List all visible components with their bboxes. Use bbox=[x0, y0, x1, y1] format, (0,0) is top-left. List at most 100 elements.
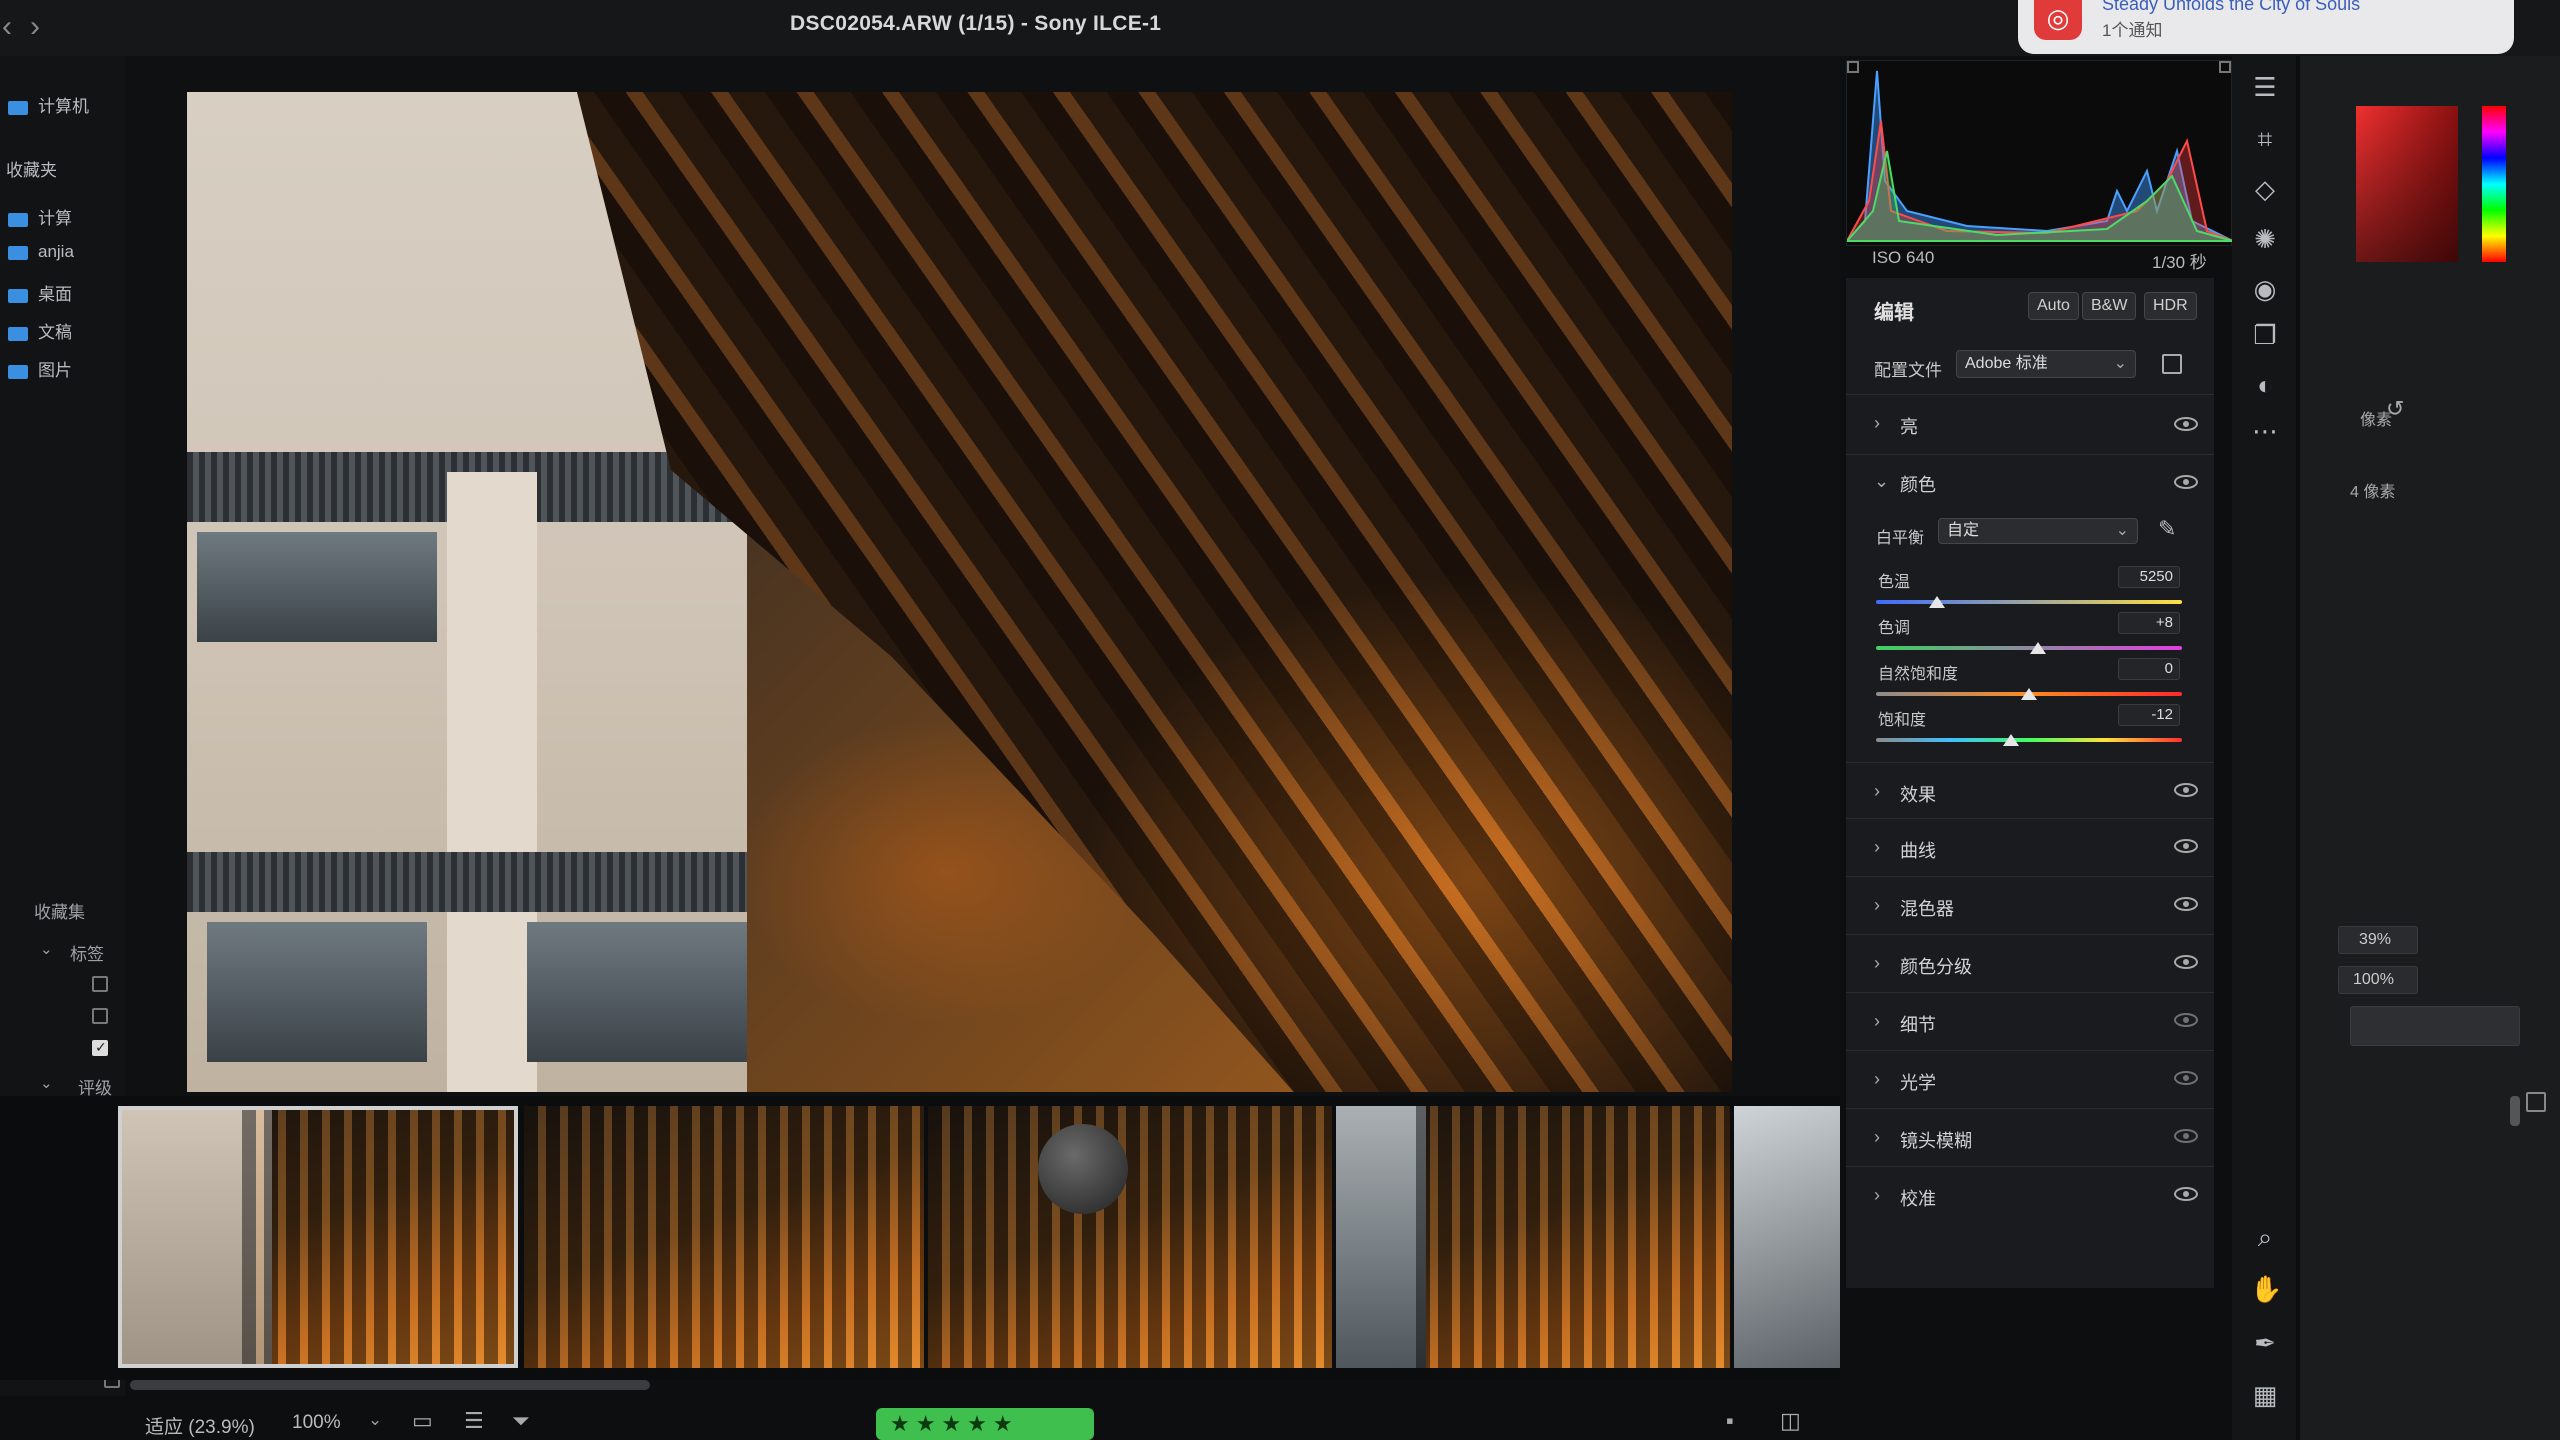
chevron-down-icon[interactable]: ⌄ bbox=[40, 940, 53, 958]
star-rating[interactable]: ★★★★★ bbox=[876, 1408, 1094, 1440]
chevron-right-icon[interactable]: › bbox=[1874, 781, 1880, 802]
panel-optics[interactable]: › 光学 bbox=[1846, 1050, 2214, 1108]
slider-value-tint[interactable]: +8 bbox=[2118, 612, 2180, 634]
rotate-icon[interactable]: ↺ bbox=[2386, 396, 2404, 422]
single-view-icon[interactable]: ▪ bbox=[1726, 1408, 1734, 1434]
expand-icon[interactable] bbox=[2526, 1092, 2546, 1112]
chevron-down-icon[interactable]: ⌄ bbox=[40, 1074, 53, 1092]
zoom-icon[interactable]: ⌕ bbox=[2250, 1222, 2280, 1254]
filmstrip-scrollbar[interactable] bbox=[130, 1380, 650, 1390]
more-icon[interactable]: ⋯ bbox=[2250, 416, 2280, 447]
chevron-down-icon[interactable]: ⌄ bbox=[1874, 471, 1889, 492]
folder-item-anjia[interactable]: anjia bbox=[8, 242, 74, 262]
profile-browser-icon[interactable] bbox=[2162, 354, 2182, 374]
red-eye-icon[interactable]: ◉ bbox=[2250, 274, 2280, 305]
chevron-right-icon[interactable]: › bbox=[1874, 413, 1880, 434]
slider-value-saturation[interactable]: -12 bbox=[2118, 704, 2180, 726]
chevron-right-icon[interactable]: › bbox=[1874, 1185, 1880, 1206]
auto-button[interactable]: Auto bbox=[2028, 292, 2079, 320]
eye-icon[interactable] bbox=[2174, 417, 2198, 431]
main-photo[interactable] bbox=[187, 92, 1732, 1092]
grid-icon[interactable]: ▦ bbox=[2250, 1380, 2280, 1411]
zoom-100-label[interactable]: 100% bbox=[292, 1412, 341, 1434]
slider-track-saturation[interactable] bbox=[1876, 738, 2182, 742]
favorites-tab[interactable]: 收藏夹 bbox=[6, 156, 57, 181]
folder-item-documents[interactable]: 文稿 bbox=[8, 318, 72, 343]
chevron-right-icon[interactable]: › bbox=[1874, 1069, 1880, 1090]
image-canvas[interactable] bbox=[125, 56, 1840, 1096]
slider-thumb-saturation[interactable] bbox=[2002, 734, 2019, 746]
sampler-icon[interactable]: ✒ bbox=[2250, 1328, 2280, 1359]
bw-button[interactable]: B&W bbox=[2082, 292, 2137, 320]
panel-mixer[interactable]: › 混色器 bbox=[1846, 876, 2214, 934]
panel-grading[interactable]: › 颜色分级 bbox=[1846, 934, 2214, 992]
filmstrip-thumb[interactable] bbox=[524, 1106, 924, 1368]
chevron-right-icon[interactable]: › bbox=[1874, 895, 1880, 916]
mask-icon[interactable]: ◐ bbox=[2250, 370, 2280, 401]
folder-item-pictures[interactable]: 图片 bbox=[8, 356, 72, 381]
eyedropper-icon[interactable]: ✎ bbox=[2158, 516, 2176, 542]
chevron-down-icon[interactable]: ⌄ bbox=[368, 1410, 382, 1430]
filmstrip-thumb[interactable] bbox=[118, 1106, 518, 1368]
presets-icon[interactable]: ❐ bbox=[2250, 320, 2280, 351]
filter-section-labels[interactable]: 标签 bbox=[70, 940, 104, 965]
filmstrip-icon[interactable]: ▭ bbox=[412, 1408, 433, 1434]
eye-icon[interactable] bbox=[2174, 1129, 2198, 1143]
filmstrip-thumb[interactable] bbox=[1734, 1106, 1840, 1368]
filmstrip-thumb[interactable] bbox=[1336, 1106, 1730, 1368]
panel-scrollbar[interactable] bbox=[2510, 1096, 2520, 1126]
edit-sliders-icon[interactable]: ☰ bbox=[2250, 72, 2280, 103]
hand-icon[interactable]: ✋ bbox=[2250, 1274, 2282, 1305]
eye-icon[interactable] bbox=[2174, 1013, 2198, 1027]
zoom-field-b[interactable]: 100% bbox=[2338, 966, 2418, 994]
panel-effects[interactable]: › 效果 bbox=[1846, 762, 2214, 818]
zoom-field-a[interactable]: 39% bbox=[2338, 926, 2418, 954]
chevron-right-icon[interactable]: › bbox=[1874, 837, 1880, 858]
panel-calibration[interactable]: › 校准 bbox=[1846, 1166, 2214, 1224]
filter-checkbox[interactable] bbox=[92, 1008, 108, 1024]
zoom-fit-label[interactable]: 适应 (23.9%) bbox=[145, 1412, 255, 1439]
filter-icon[interactable]: ⏷ bbox=[512, 1408, 530, 1434]
slider-track-tint[interactable] bbox=[1876, 646, 2182, 650]
filter-checkbox[interactable] bbox=[92, 1039, 108, 1056]
eye-icon[interactable] bbox=[2174, 897, 2198, 911]
chevron-right-icon[interactable]: › bbox=[1874, 1011, 1880, 1032]
chevron-right-icon[interactable]: › bbox=[1874, 953, 1880, 974]
profile-select[interactable]: Adobe 标准 ⌄ bbox=[1956, 350, 2136, 378]
highlight-clip-icon[interactable] bbox=[2219, 61, 2231, 73]
slider-value-vibrance[interactable]: 0 bbox=[2118, 658, 2180, 680]
eye-icon[interactable] bbox=[2174, 475, 2198, 489]
folder-item-desktop[interactable]: 桌面 bbox=[8, 280, 72, 305]
slider-thumb-tint[interactable] bbox=[2030, 642, 2047, 654]
hdr-button[interactable]: HDR bbox=[2144, 292, 2197, 320]
panel-light[interactable]: › 亮 bbox=[1846, 394, 2214, 452]
panel-detail[interactable]: › 细节 bbox=[1846, 992, 2214, 1050]
white-balance-select[interactable]: 自定 ⌄ bbox=[1938, 518, 2138, 544]
sort-icon[interactable]: ☰ bbox=[464, 1408, 484, 1434]
forward-arrow-icon[interactable]: › bbox=[30, 10, 40, 44]
folder-item-computer[interactable]: 计算 bbox=[8, 204, 72, 229]
chevron-right-icon[interactable]: › bbox=[1874, 1127, 1880, 1148]
color-picker-field[interactable] bbox=[2356, 106, 2458, 262]
panel-curves[interactable]: › 曲线 bbox=[1846, 818, 2214, 876]
eraser-icon[interactable]: ◇ bbox=[2250, 174, 2280, 205]
filmstrip-thumb[interactable] bbox=[928, 1106, 1332, 1368]
eye-icon[interactable] bbox=[2174, 839, 2198, 853]
panel-lens-blur[interactable]: › 镜头模糊 bbox=[1846, 1108, 2214, 1166]
computer-item[interactable]: 计算机 bbox=[8, 92, 89, 117]
compare-view-icon[interactable]: ◫ bbox=[1780, 1408, 1801, 1434]
crop-icon[interactable]: ⌗ bbox=[2250, 124, 2280, 156]
eye-icon[interactable] bbox=[2174, 1187, 2198, 1201]
hue-slider[interactable] bbox=[2482, 106, 2506, 262]
layer-row[interactable] bbox=[2350, 1006, 2520, 1046]
slider-value-temp[interactable]: 5250 bbox=[2118, 566, 2180, 588]
filter-checkbox[interactable] bbox=[92, 976, 108, 992]
slider-track-temp[interactable] bbox=[1876, 600, 2182, 604]
eye-icon[interactable] bbox=[2174, 783, 2198, 797]
eye-icon[interactable] bbox=[2174, 1071, 2198, 1085]
back-arrow-icon[interactable]: ‹ bbox=[2, 10, 12, 44]
eye-icon[interactable] bbox=[2174, 955, 2198, 969]
shadow-clip-icon[interactable] bbox=[1847, 61, 1859, 73]
notification-banner[interactable]: ◎ Steady Unfolds the City of Souls 1个通知 bbox=[2018, 0, 2514, 54]
slider-thumb-temp[interactable] bbox=[1929, 596, 1946, 608]
